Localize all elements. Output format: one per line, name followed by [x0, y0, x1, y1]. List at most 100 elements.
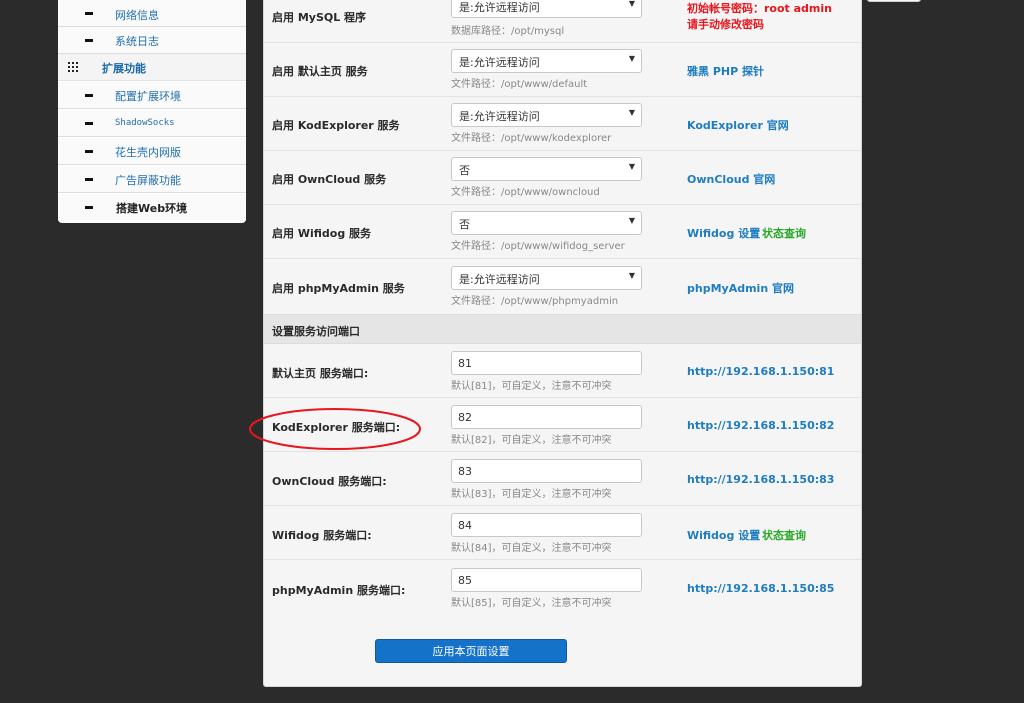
service-label: 启用 phpMyAdmin 服务	[272, 282, 405, 295]
port-hint: 默认[83]，可自定义，注意不可冲突	[451, 489, 612, 500]
caret-down-icon: ▼	[628, 54, 635, 63]
owncloud-port-input[interactable]	[451, 459, 642, 483]
default-home-select[interactable]: 是:允许远程访问 ▼	[451, 49, 642, 73]
sidebar-item-label: ShadowSocks	[115, 118, 175, 128]
port-row-wifidog: Wifidog 服务端口: 默认[84]，可自定义，注意不可冲突 Wifidog…	[264, 506, 861, 560]
service-path-hint: 数据库路径：/opt/mysql	[451, 26, 565, 37]
sidebar-item-label: 花生壳内网版	[115, 146, 181, 159]
select-value: 是:允许远程访问	[459, 273, 540, 286]
dash-icon	[85, 206, 93, 209]
service-path-hint: 文件路径：/opt/www/phpmyadmin	[451, 296, 619, 307]
phpmyadmin-select[interactable]: 是:允许远程访问 ▼	[451, 266, 642, 290]
sidebar-item-system-log[interactable]: 系统日志	[58, 27, 246, 54]
port-hint: 默认[84]，可自定义，注意不可冲突	[451, 543, 612, 554]
service-row-mysql: 启用 MySQL 程序 是:允许远程访问 ▼ 数据库路径：/opt/mysql …	[264, 0, 861, 43]
section-title: 设置服务访问端口	[272, 325, 360, 338]
default-home-url-link[interactable]: http://192.168.1.150:81	[687, 365, 834, 378]
port-hint: 默认[85]，可自定义，注意不可冲突	[451, 598, 612, 609]
sidebar-item-web-env[interactable]: 搭建Web环境	[58, 194, 246, 221]
sidebar-item-oray[interactable]: 花生壳内网版	[58, 138, 246, 165]
caret-down-icon: ▼	[628, 162, 635, 171]
caret-down-icon: ▼	[628, 108, 635, 117]
top-right-button[interactable]	[867, 0, 921, 2]
phpmyadmin-url-link[interactable]: http://192.168.1.150:85	[687, 582, 834, 595]
sidebar-item-label: 广告屏蔽功能	[115, 174, 181, 187]
port-label: Wifidog 服务端口:	[272, 529, 372, 542]
settings-panel: 启用 MySQL 程序 是:允许远程访问 ▼ 数据库路径：/opt/mysql …	[263, 0, 862, 687]
service-row-owncloud: 启用 OwnCloud 服务 否 ▼ 文件路径：/opt/www/ownclou…	[264, 151, 861, 205]
service-path-hint: 文件路径：/opt/www/default	[451, 79, 588, 90]
select-value: 否	[459, 218, 470, 231]
service-row-phpmyadmin: 启用 phpMyAdmin 服务 是:允许远程访问 ▼ 文件路径：/opt/ww…	[264, 259, 861, 314]
php-probe-link[interactable]: 雅黑 PHP 探针	[687, 63, 764, 79]
sidebar-item-network-info[interactable]: 网络信息	[58, 0, 246, 27]
port-label: phpMyAdmin 服务端口:	[272, 584, 406, 597]
caret-down-icon: ▼	[628, 0, 635, 8]
select-value: 是:允许远程访问	[459, 110, 540, 123]
sidebar-item-shadowsocks[interactable]: ShadowSocks	[58, 110, 246, 137]
service-path-hint: 文件路径：/opt/www/wifidog_server	[451, 241, 625, 252]
select-value: 是:允许远程访问	[459, 56, 540, 69]
apply-settings-button[interactable]: 应用本页面设置	[375, 639, 567, 663]
owncloud-site-link[interactable]: OwnCloud 官网	[687, 171, 775, 187]
mysql-account-note: 初始帐号密码：root admin	[687, 2, 832, 15]
service-path-hint: 文件路径：/opt/www/owncloud	[451, 187, 600, 198]
ports-section-header: 设置服务访问端口	[264, 314, 861, 344]
port-row-phpmyadmin: phpMyAdmin 服务端口: 默认[85]，可自定义，注意不可冲突 http…	[264, 560, 861, 614]
service-row-default-home: 启用 默认主页 服务 是:允许远程访问 ▼ 文件路径：/opt/www/defa…	[264, 43, 861, 97]
mysql-password-note: 请手动修改密码	[687, 18, 764, 31]
dash-icon	[85, 94, 93, 97]
kodexplorer-select[interactable]: 是:允许远程访问 ▼	[451, 103, 642, 127]
sidebar-group-label: 扩展功能	[102, 62, 146, 75]
dash-icon	[85, 122, 93, 125]
service-label: 启用 默认主页 服务	[272, 65, 368, 78]
port-label: KodExplorer 服务端口:	[272, 421, 401, 434]
port-row-default-home: 默认主页 服务端口: 默认[81]，可自定义，注意不可冲突 http://192…	[264, 344, 861, 398]
port-label: 默认主页 服务端口:	[272, 367, 369, 380]
port-row-kodexplorer: KodExplorer 服务端口: 默认[82]，可自定义，注意不可冲突 htt…	[264, 398, 861, 452]
sidebar-group-extensions[interactable]: 扩展功能	[58, 54, 246, 81]
service-path-hint: 文件路径：/opt/www/kodexplorer	[451, 133, 612, 144]
wifidog-status-link[interactable]: 状态查询	[762, 225, 806, 241]
dash-icon	[85, 150, 93, 153]
kodexplorer-site-link[interactable]: KodExplorer 官网	[687, 117, 789, 133]
service-label: 启用 KodExplorer 服务	[272, 119, 400, 132]
wifidog-select[interactable]: 否 ▼	[451, 211, 642, 235]
sidebar-item-label: 搭建Web环境	[116, 202, 188, 215]
sidebar-item-label: 网络信息	[115, 9, 159, 22]
sidebar-item-label: 系统日志	[115, 35, 159, 48]
select-value: 是:允许远程访问	[459, 1, 540, 14]
owncloud-url-link[interactable]: http://192.168.1.150:83	[687, 473, 834, 486]
wifidog-port-status-link[interactable]: 状态查询	[762, 527, 806, 543]
wifidog-settings-link[interactable]: Wifidog 设置	[687, 225, 760, 241]
sidebar-menu: 网络信息 系统日志 扩展功能 配置扩展环境 ShadowSocks 花生壳内网版…	[58, 0, 246, 223]
sidebar-item-label: 配置扩展环境	[115, 90, 181, 103]
wifidog-port-settings-link[interactable]: Wifidog 设置	[687, 527, 760, 543]
sidebar-item-adblock[interactable]: 广告屏蔽功能	[58, 166, 246, 193]
service-label: 启用 MySQL 程序	[272, 11, 367, 24]
mysql-select[interactable]: 是:允许远程访问 ▼	[451, 0, 642, 18]
phpmyadmin-port-input[interactable]	[451, 568, 642, 592]
kodexplorer-port-input[interactable]	[451, 405, 642, 429]
dash-icon	[85, 12, 93, 15]
default-home-port-input[interactable]	[451, 351, 642, 375]
sidebar-item-config-env[interactable]: 配置扩展环境	[58, 82, 246, 109]
grid-icon	[68, 62, 78, 72]
caret-down-icon: ▼	[628, 271, 635, 280]
select-value: 否	[459, 164, 470, 177]
caret-down-icon: ▼	[628, 216, 635, 225]
phpmyadmin-site-link[interactable]: phpMyAdmin 官网	[687, 280, 794, 296]
kodexplorer-url-link[interactable]: http://192.168.1.150:82	[687, 419, 834, 432]
port-hint: 默认[81]，可自定义，注意不可冲突	[451, 381, 612, 392]
port-row-owncloud: OwnCloud 服务端口: 默认[83]，可自定义，注意不可冲突 http:/…	[264, 452, 861, 506]
service-label: 启用 Wifidog 服务	[272, 227, 372, 240]
service-row-wifidog: 启用 Wifidog 服务 否 ▼ 文件路径：/opt/www/wifidog_…	[264, 205, 861, 259]
port-label: OwnCloud 服务端口:	[272, 475, 387, 488]
dash-icon	[85, 178, 93, 181]
wifidog-port-input[interactable]	[451, 513, 642, 537]
service-row-kodexplorer: 启用 KodExplorer 服务 是:允许远程访问 ▼ 文件路径：/opt/w…	[264, 97, 861, 151]
dash-icon	[85, 39, 93, 42]
owncloud-select[interactable]: 否 ▼	[451, 157, 642, 181]
port-hint: 默认[82]，可自定义，注意不可冲突	[451, 435, 612, 446]
service-label: 启用 OwnCloud 服务	[272, 173, 387, 186]
